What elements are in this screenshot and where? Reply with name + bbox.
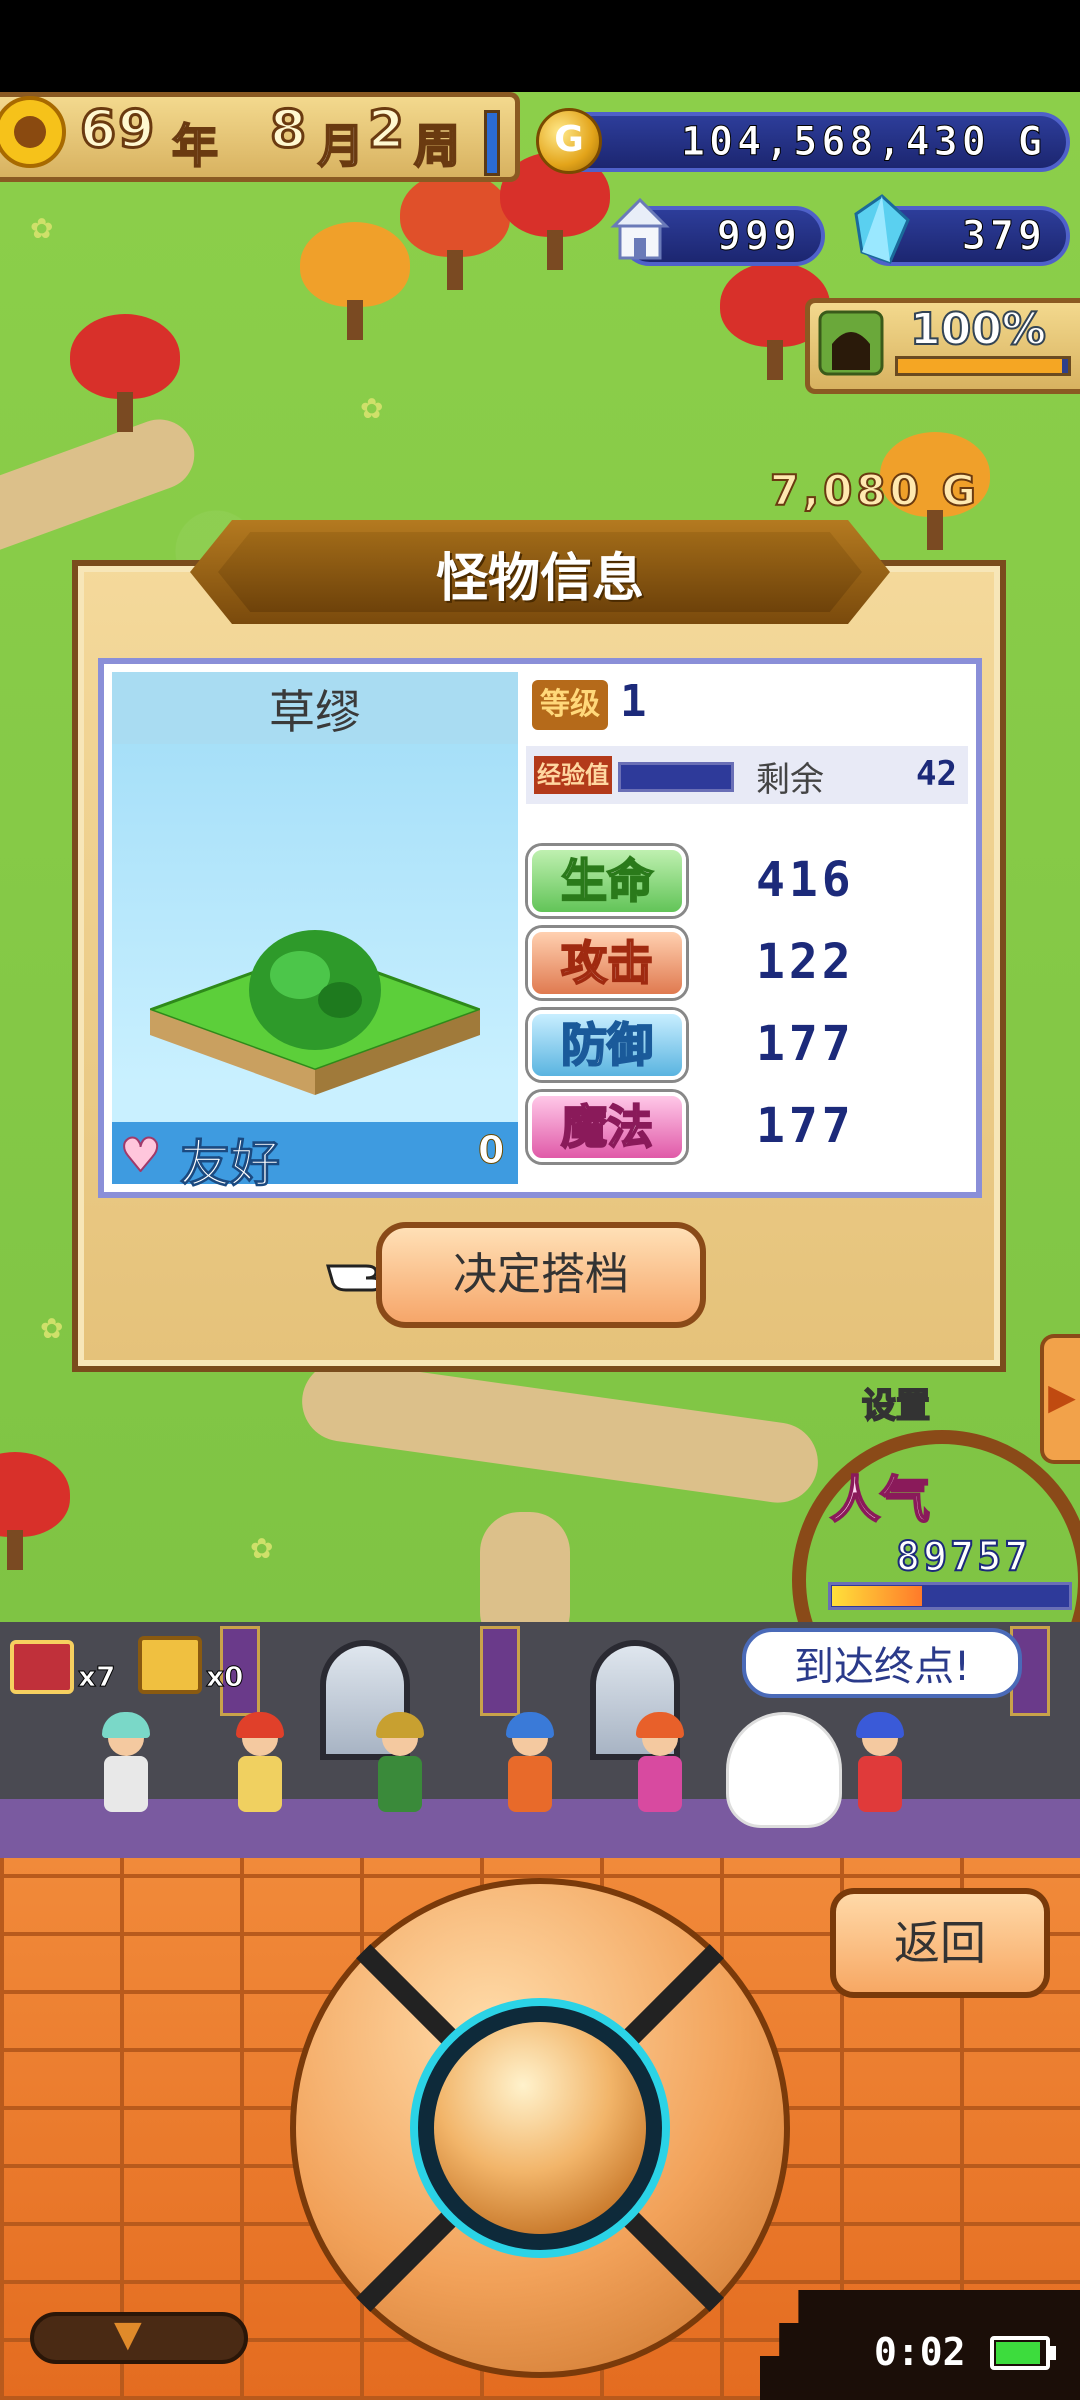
- house-icon: [610, 197, 670, 260]
- popularity-label: 人气: [829, 1470, 931, 1530]
- adventurer-sprite: [96, 1712, 156, 1830]
- level-value: 1: [620, 676, 647, 727]
- dirt-path: [480, 1512, 570, 1622]
- stat-tag-attack: 攻击: [528, 928, 686, 998]
- stat-value-defense: 177: [756, 1016, 855, 1072]
- adventurer-sprite: [850, 1712, 910, 1830]
- tree: [70, 314, 180, 434]
- cave-icon: [818, 310, 884, 376]
- speech-text: 到达终点!: [793, 1644, 971, 1690]
- stat-tag-hp: 生命: [528, 846, 686, 916]
- stat-value-magic: 177: [756, 1098, 855, 1154]
- month-label: 月: [317, 118, 365, 174]
- dungeon-progress-fill: [898, 359, 1062, 373]
- popularity-bar-fill: [832, 1586, 922, 1606]
- week-value: 2: [366, 99, 405, 162]
- stat-value-hp: 416: [756, 852, 855, 908]
- clock-text: 0:02: [874, 2330, 966, 2374]
- tree: [400, 172, 510, 292]
- back-button[interactable]: 返回: [830, 1888, 1050, 1998]
- flower-decoration: ✿: [40, 1312, 64, 1345]
- chevron-down-icon: ▼: [114, 2314, 142, 2355]
- floating-gold-popup: 7,080 G: [769, 465, 980, 516]
- flower-decoration: ✿: [250, 1532, 274, 1565]
- adventurer-sprite: [630, 1712, 690, 1830]
- year-label: 年: [171, 118, 219, 174]
- exp-remaining-value: 42: [916, 754, 957, 794]
- monster-name: 草缪: [269, 685, 361, 739]
- gold-chest-count: x0: [206, 1660, 245, 1694]
- crystal-icon: [854, 194, 910, 264]
- heart-icon: ♥: [119, 1127, 162, 1183]
- adventurer-sprite: [370, 1712, 430, 1830]
- dungeon-progress-text: 100%: [909, 303, 1047, 356]
- exp-remaining-label: 剩余: [756, 760, 824, 800]
- action-button[interactable]: [434, 2022, 646, 2234]
- adventurer-sprite: [500, 1712, 560, 1830]
- friendship-value: 0: [477, 1128, 505, 1173]
- exp-bar: [618, 762, 734, 792]
- side-expand-arrow[interactable]: ▶: [1040, 1334, 1080, 1464]
- dirt-path: [296, 1356, 824, 1508]
- year-value: 69: [78, 99, 157, 162]
- confirm-partner-button[interactable]: 决定搭档: [376, 1222, 706, 1328]
- red-chest-count: x7: [78, 1660, 117, 1694]
- friendship-bar: [112, 1122, 518, 1184]
- exp-tag: 经验值: [534, 756, 612, 794]
- settings-button[interactable]: 设置: [861, 1378, 931, 1427]
- adventurer-sprite: [230, 1712, 290, 1830]
- system-status-bar: [0, 0, 1080, 92]
- battery-tip: [1050, 2346, 1056, 2360]
- sun-icon: [0, 96, 66, 168]
- battery-level: [996, 2342, 1040, 2364]
- monster-sprite: [150, 930, 480, 1095]
- castle-banner: [480, 1626, 520, 1716]
- ghost-monster-sprite: [726, 1712, 842, 1828]
- gold-coin-icon: G: [536, 108, 602, 174]
- level-tag: 等级: [532, 680, 608, 730]
- tree: [300, 222, 410, 342]
- tree: [0, 1452, 70, 1572]
- week-label: 周: [413, 118, 461, 174]
- popularity-value: 89757: [895, 1533, 1032, 1581]
- friendship-label: 友好: [180, 1135, 281, 1194]
- speed-indicator[interactable]: [484, 110, 500, 176]
- gold-chest-icon: [138, 1636, 202, 1694]
- month-value: 8: [268, 99, 307, 162]
- stat-tag-magic: 魔法: [528, 1092, 686, 1162]
- stat-value-attack: 122: [756, 934, 855, 990]
- gold-counter: 104,568,430 G: [540, 112, 1070, 172]
- flower-decoration: ✿: [30, 212, 54, 245]
- red-chest-icon: [10, 1640, 74, 1694]
- stat-tag-defense: 防御: [528, 1010, 686, 1080]
- flower-decoration: ✿: [360, 392, 384, 425]
- dialog-title: 怪物信息: [435, 549, 644, 609]
